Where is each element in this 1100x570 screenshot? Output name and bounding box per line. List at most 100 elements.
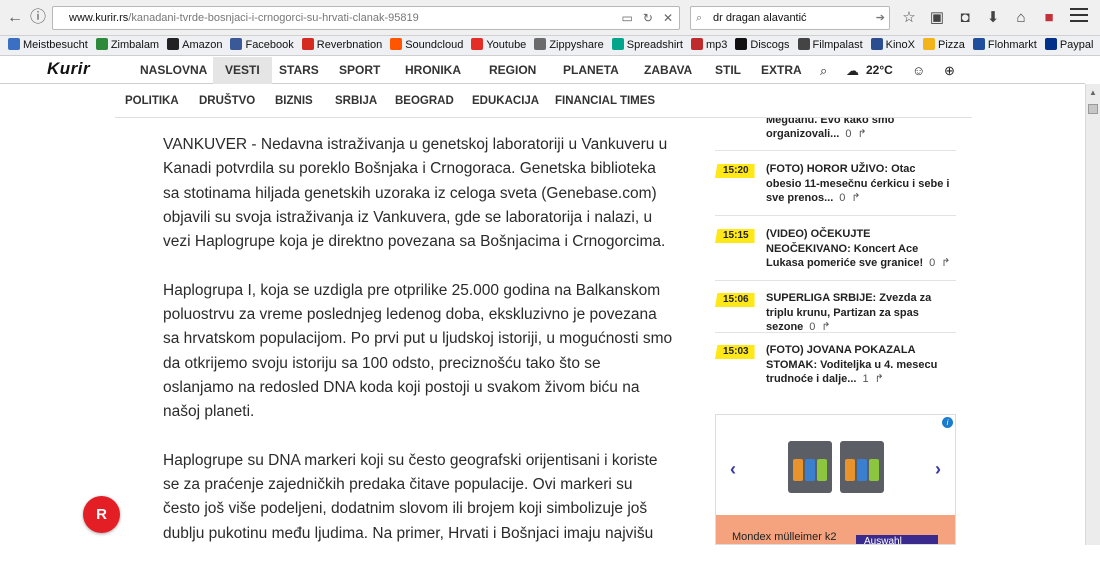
bookmark-label: Filmpalast	[812, 39, 863, 51]
bookmark-pizza[interactable]: Pizza	[923, 36, 965, 54]
comment-count: 0	[845, 128, 852, 140]
comment-icon: ↱	[851, 192, 861, 204]
site-logo[interactable]: Kurir	[47, 59, 90, 79]
subnav-beograd[interactable]: BEOGRAD	[395, 84, 454, 118]
bookmark-amazon[interactable]: Amazon	[167, 36, 222, 54]
news-item[interactable]: 15:20 (FOTO) HOROR UŽIVO: Otac obesio 11…	[715, 151, 956, 216]
bookmark-label: Youtube	[486, 39, 527, 51]
news-item[interactable]: 15:15 (VIDEO) OČEKUJTE NEOČEKIVANO: Konc…	[715, 216, 956, 281]
product-image	[840, 441, 884, 493]
bookmark-zippyshare[interactable]: Zippyshare	[534, 36, 604, 54]
bookmark-discogs[interactable]: Discogs	[735, 36, 790, 54]
nav-region[interactable]: REGION	[489, 57, 536, 84]
bookmark-label: Amazon	[182, 39, 223, 51]
subnav-drustvo[interactable]: DRUŠTVO	[199, 84, 255, 118]
nav-naslovna[interactable]: NASLOVNA	[131, 57, 216, 84]
site-search-icon[interactable]: ⌕	[820, 57, 827, 84]
bookmark-icon	[230, 38, 243, 50]
nav-zabava[interactable]: ZABAVA	[644, 57, 692, 84]
back-icon[interactable]: ←	[4, 7, 26, 29]
news-item[interactable]: Megdanu. Evo kako smo organizovali... 0 ↱	[715, 118, 956, 151]
nav-hronika[interactable]: HRONIKA	[405, 57, 461, 84]
ad-next-icon[interactable]: ›	[935, 459, 941, 480]
reload-icon[interactable]: ↻	[643, 11, 653, 25]
bookmark-meistbesucht[interactable]: Meistbesucht	[8, 36, 88, 54]
bookmark-flohmarkt[interactable]: Flohmarkt	[972, 36, 1037, 54]
search-icon: ⌕	[696, 12, 703, 24]
search-input[interactable]: ⌕ dr dragan alavantić ➔	[690, 6, 890, 30]
star-icon[interactable]: ☆	[895, 8, 923, 26]
search-go-icon[interactable]: ➔	[876, 7, 885, 29]
scrollbar[interactable]: ▲	[1085, 84, 1100, 545]
add-user-icon[interactable]: ⊕	[944, 57, 955, 84]
news-item[interactable]: 15:06 SUPERLIGA SRBIJE: Zvezda za triplu…	[715, 281, 956, 333]
nav-stars[interactable]: STARS	[279, 57, 319, 84]
subnav-politika[interactable]: POLITIKA	[125, 84, 179, 118]
reader-view-icon[interactable]: ▭	[622, 11, 633, 25]
article-body: VANKUVER - Nedavna istraživanja u genets…	[163, 133, 673, 570]
ad-info-icon[interactable]: i	[942, 417, 953, 428]
nav-vesti[interactable]: VESTI	[213, 57, 272, 84]
news-headline: (VIDEO) OČEKUJTE NEOČEKIVANO: Koncert Ac…	[766, 228, 924, 269]
ad-prev-icon[interactable]: ‹	[730, 459, 736, 480]
comment-count: 1	[862, 373, 869, 385]
news-item[interactable]: 15:03 (FOTO) JOVANA POKAZALA STOMAK: Vod…	[715, 333, 956, 395]
bookmark-icon	[1044, 38, 1057, 50]
pocket-icon[interactable]: ◘	[951, 9, 979, 26]
home-icon[interactable]: ⌂	[1007, 9, 1035, 26]
bookmark-label: Zimbalam	[110, 39, 160, 51]
nav-extra[interactable]: EXTRA	[761, 57, 802, 84]
close-url-icon[interactable]: ✕	[663, 11, 673, 25]
menu-icon[interactable]	[1070, 8, 1088, 26]
subnav-biznis[interactable]: BIZNIS	[275, 84, 313, 118]
bookmark-mp3[interactable]: mp3	[691, 36, 727, 54]
bookmark-label: Soundcloud	[405, 39, 464, 51]
bookmark-paypal[interactable]: Paypal	[1044, 36, 1094, 54]
nav-stil[interactable]: STIL	[715, 57, 741, 84]
scroll-up-icon[interactable]: ▲	[1089, 88, 1097, 97]
bookmark-icon	[691, 38, 703, 50]
bookmark-soundcloud[interactable]: Soundcloud	[390, 36, 463, 54]
url-bar[interactable]: www.kurir.rs/kanadani-tvrde-bosnjaci-i-c…	[52, 6, 680, 30]
bookmark-youtube[interactable]: Youtube	[471, 36, 526, 54]
bookmark-spreadshirt[interactable]: Spreadshirt	[611, 36, 683, 54]
bookmark-label: Reverbnation	[316, 39, 383, 51]
weather-icon: ☁	[846, 63, 859, 78]
bookmark-filmpalast[interactable]: Filmpalast	[797, 36, 863, 54]
bookmark-label: Meistbesucht	[23, 39, 88, 51]
nav-planeta[interactable]: PLANETA	[563, 57, 619, 84]
bookmark-icon	[923, 38, 936, 50]
download-icon[interactable]: ⬇	[979, 8, 1007, 26]
product-image	[788, 441, 832, 493]
bookmark-label: Paypal	[1059, 39, 1094, 51]
bookmark-facebook[interactable]: Facebook	[230, 36, 294, 54]
ad-cta-button[interactable]: Auswahl	[856, 535, 938, 544]
clipboard-icon[interactable]: ▣	[923, 8, 951, 26]
bookmark-label: Flohmarkt	[987, 39, 1037, 51]
site-main-nav: Kurir NASLOVNA VESTI STARS SPORT HRONIKA…	[0, 57, 1085, 84]
advertisement[interactable]: i ‹ › Mondex mülleimer k2 Auswahl	[715, 414, 956, 545]
bookmark-reverbnation[interactable]: Reverbnation	[301, 36, 383, 54]
news-headline: SUPERLIGA SRBIJE: Zvezda za triplu krunu…	[766, 292, 932, 333]
news-headline: Megdanu. Evo kako smo organizovali...	[766, 118, 895, 140]
bookmark-label: Discogs	[750, 39, 790, 51]
bookmark-zimbalam[interactable]: Zimbalam	[95, 36, 160, 54]
subnav-financial-times[interactable]: FINANCIAL TIMES	[555, 84, 655, 118]
bookmark-icon	[611, 38, 624, 50]
bookmark-kinox[interactable]: KinoX	[870, 36, 915, 54]
time-badge: 15:06	[715, 293, 755, 307]
extension-icon[interactable]: ■	[1035, 9, 1063, 26]
kurir-fab-button[interactable]: R	[83, 496, 120, 533]
search-value: dr dragan alavantić	[713, 12, 807, 24]
bookmark-icon	[390, 38, 403, 50]
subnav-srbija[interactable]: SRBIJA	[335, 84, 377, 118]
subnav-edukacija[interactable]: EDUKACIJA	[472, 84, 539, 118]
bookmark-label: Zippyshare	[549, 39, 604, 51]
latest-news-sidebar: Megdanu. Evo kako smo organizovali... 0 ↱ …	[715, 118, 956, 395]
user-icon[interactable]: ☺	[912, 57, 925, 84]
info-icon[interactable]: ⓘ	[27, 7, 49, 29]
scrollbar-thumb[interactable]	[1088, 104, 1098, 114]
bookmark-icon	[471, 38, 484, 50]
nav-sport[interactable]: SPORT	[339, 57, 380, 84]
ad-brand: Mondex mülleimer k2	[732, 531, 837, 543]
